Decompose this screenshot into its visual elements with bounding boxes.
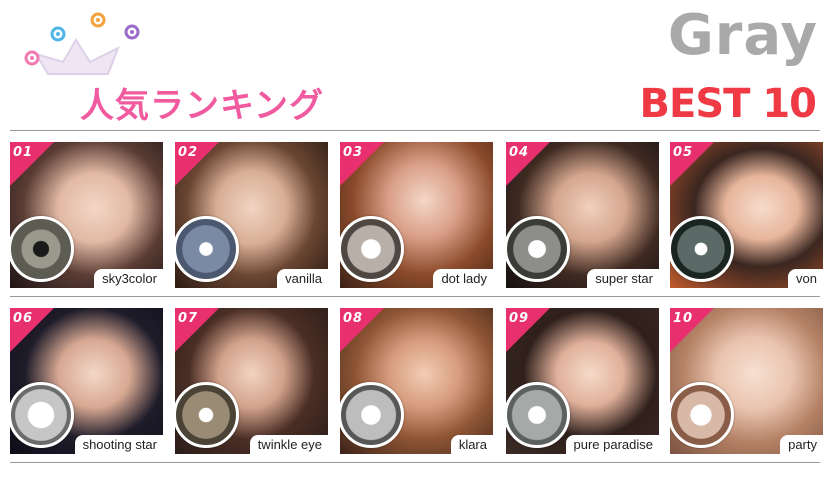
product-name: sky3color [94,269,163,288]
lens-sample-icon [670,382,734,448]
lens-sample-icon [10,382,74,448]
ranking-card-05[interactable]: 05 von [670,142,823,288]
rank-number: 01 [13,145,34,160]
product-name: party [780,435,823,454]
product-name: super star [587,269,659,288]
lens-sample-icon [340,382,404,448]
ranking-card-10[interactable]: 10 party [670,308,823,454]
lens-sample-icon [10,216,74,282]
rank-number: 08 [343,311,364,326]
divider-top [10,130,820,131]
ranking-title: 人気ランキング [80,86,324,126]
lens-sample-icon [175,382,239,448]
ranking-card-04[interactable]: 04 super star [506,142,659,288]
best-ten-label: BEST 10 [639,81,817,127]
rank-number: 02 [178,145,199,160]
product-name: vanilla [277,269,328,288]
ranking-card-09[interactable]: 09 pure paradise [506,308,659,454]
product-name: von [788,269,823,288]
rank-number: 10 [673,311,694,326]
lens-sample-icon [340,216,404,282]
ranking-card-07[interactable]: 07 twinkle eye [175,308,328,454]
lens-sample-icon [670,216,734,282]
lens-sample-icon [506,382,570,448]
divider-bottom [10,462,820,463]
lens-sample-icon [506,216,570,282]
lens-sample-icon [175,216,239,282]
ranking-card-02[interactable]: 02 vanilla [175,142,328,288]
rank-number: 09 [509,311,530,326]
product-name: twinkle eye [249,435,328,454]
product-name: pure paradise [565,435,659,454]
ranking-card-08[interactable]: 08 klara [340,308,493,454]
product-name: klara [450,435,493,454]
ranking-card-03[interactable]: 03 dot lady [340,142,493,288]
rank-number: 04 [509,145,530,160]
product-name: shooting star [74,435,163,454]
product-name: dot lady [433,269,493,288]
rank-number: 03 [343,145,364,160]
rank-number: 05 [673,145,694,160]
rank-number: 07 [178,311,199,326]
ranking-card-06[interactable]: 06 shooting star [10,308,163,454]
ranking-card-01[interactable]: 01 sky3color [10,142,163,288]
rank-number: 06 [13,311,34,326]
divider-middle [10,296,820,297]
color-category-title: Gray [667,3,818,68]
